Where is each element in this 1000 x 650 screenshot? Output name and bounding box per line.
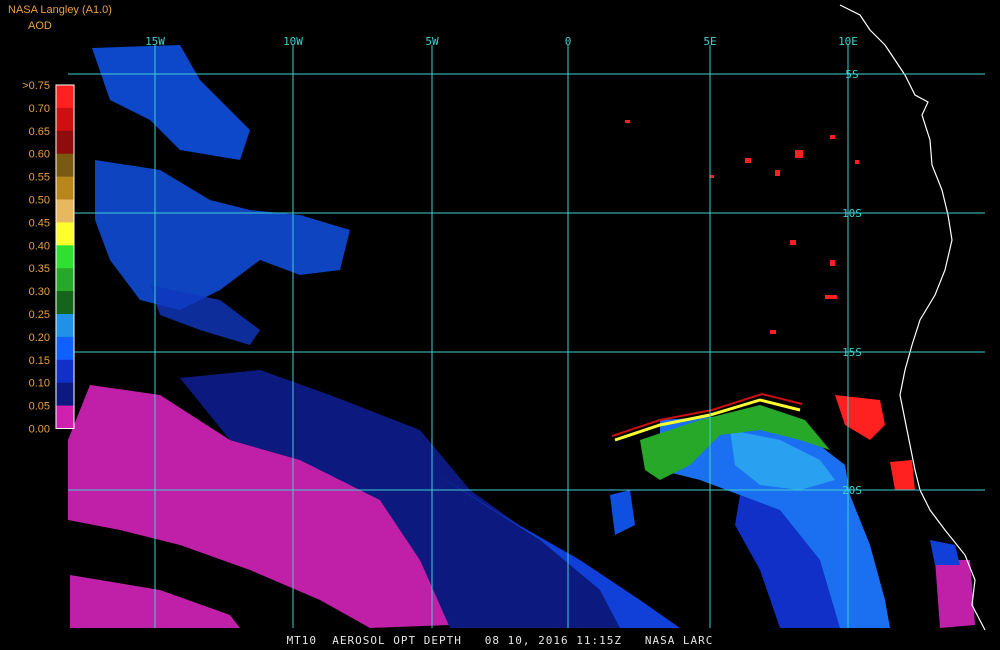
legend-label: 0.20 (29, 332, 50, 344)
legend-label: 0.55 (29, 172, 50, 184)
latitude-label: 5S (845, 68, 858, 81)
aod-region-small (610, 490, 635, 535)
aod-speckles (625, 120, 859, 334)
latitude-label: 20S (842, 484, 862, 497)
latitude-label: 10S (842, 207, 862, 220)
longitude-label: 5E (703, 35, 716, 48)
aod-region-small (935, 560, 975, 628)
legend-label: >0.75 (22, 80, 50, 92)
legend-swatch (56, 405, 74, 429)
image-caption: MT10 AEROSOL OPT DEPTH 08 10, 2016 11:15… (286, 634, 714, 647)
legend-label: 0.10 (29, 378, 50, 390)
aod-region-high (890, 460, 915, 490)
aod-region-nw (95, 160, 350, 310)
legend-label: 0.15 (29, 355, 50, 367)
legend-swatch (56, 382, 74, 407)
legend-label: 0.25 (29, 309, 50, 321)
legend-swatch (56, 336, 74, 361)
aod-map: 15W 10W 5W 0 5E 10E 5S 10S 15S 20S >0.75 0.70 0.65 0… (22, 4, 986, 631)
longitude-label: 0 (565, 35, 572, 48)
legend-label: 0.70 (29, 103, 50, 115)
legend-swatch (56, 107, 74, 132)
legend-label: 0.45 (29, 217, 50, 229)
longitude-label: 10W (283, 35, 303, 48)
aod-region-nw (92, 45, 250, 160)
legend-label: 0.50 (29, 195, 50, 207)
legend-swatch (56, 291, 74, 315)
legend-swatch (56, 130, 74, 155)
app-title: NASA Langley (A1.0) (8, 4, 112, 16)
legend-swatch (56, 245, 74, 269)
aod-fields (68, 45, 975, 628)
aod-region-high (835, 395, 885, 440)
legend-swatch (56, 359, 74, 384)
legend-label: 0.65 (29, 126, 50, 138)
longitude-label: 10E (838, 35, 858, 48)
legend-label: 0.00 (29, 424, 50, 436)
product-label: AOD (28, 20, 52, 32)
aod-color-legend: >0.75 0.70 0.65 0.60 0.55 0.50 0.45 0.40 0.35 0.3… (22, 80, 75, 436)
legend-swatch (56, 199, 74, 223)
legend-swatch (56, 153, 74, 178)
legend-label: 0.60 (29, 149, 50, 161)
longitude-label: 5W (425, 35, 439, 48)
latitude-label: 15S (842, 346, 862, 359)
legend-swatch (56, 176, 74, 200)
legend-swatch (56, 222, 74, 246)
legend-label: 0.35 (29, 263, 50, 275)
legend-swatch (56, 314, 74, 338)
longitude-label: 15W (145, 35, 165, 48)
legend-label: 0.05 (29, 401, 50, 413)
legend-swatch (56, 268, 74, 292)
legend-label: 0.40 (29, 240, 50, 252)
legend-label: 0.30 (29, 286, 50, 298)
legend-swatch (56, 85, 74, 109)
